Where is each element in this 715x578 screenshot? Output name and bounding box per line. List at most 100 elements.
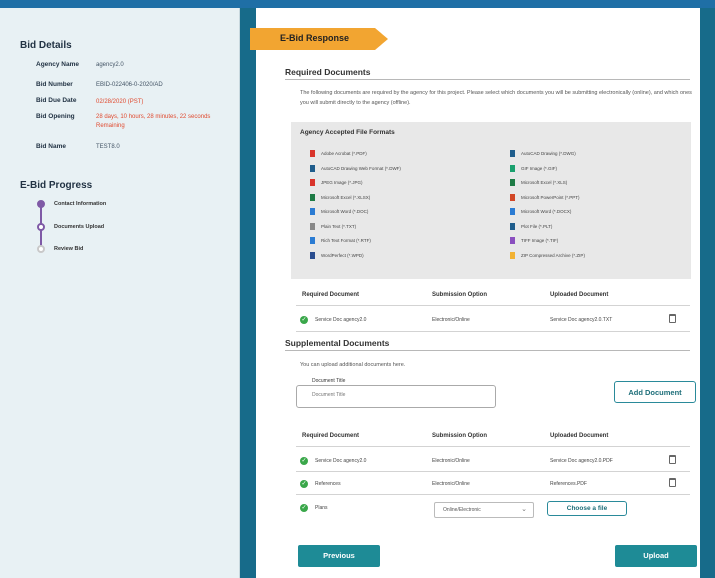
file-format-item: Plain Text (*.TXT) [310,222,357,230]
file-format-item: TIFF Image (*.TIF) [510,237,558,244]
pdf-file-icon [310,150,315,157]
file-format-label: Plot File (*.PLT) [521,223,553,229]
chevron-down-icon: ⌄ [521,506,527,513]
document-title-input[interactable] [312,392,482,398]
file-format-item: Adobe Acrobat (*.PDF) [310,150,367,157]
doc-file-icon [310,208,315,215]
jpg-file-icon [310,179,315,186]
file-format-label: Microsoft Word (*.DOCX) [521,209,572,214]
supplemental-doc-option: Electronic/Online [432,458,470,464]
required-doc-uploaded[interactable]: Service Doc agency2.0.TXT [550,317,612,323]
accepted-formats-title: Agency Accepted File Formats [300,129,395,136]
submission-option-value: Online/Electronic [443,507,481,513]
xlsx-file-icon [310,193,315,201]
required-documents-title: Required Documents [285,67,371,77]
file-format-item: Microsoft PowerPoint (*.PPT) [510,193,580,201]
trash-icon[interactable] [669,314,676,323]
file-format-item: Rich Text Format (*.RTF) [310,237,371,244]
step-review-bid[interactable]: Review Bid [54,246,83,252]
bid-name-label: Bid Name [36,143,66,150]
table-divider [296,471,690,472]
file-format-label: AutoCAD Drawing Web Format (*.DWF) [321,165,401,171]
supplemental-documents-title: Supplemental Documents [285,338,390,348]
trash-icon[interactable] [669,478,676,487]
txt-file-icon [310,222,315,230]
file-format-label: Microsoft PowerPoint (*.PPT) [521,194,580,200]
sidebar-divider [240,8,256,578]
submission-option-select[interactable]: Online/Electronic ⌄ [434,502,534,518]
file-format-item: JPEG Image (*.JPG) [310,179,363,186]
file-format-label: AutoCAD Drawing (*.DWG) [521,151,576,156]
document-title-label: Document Title [310,378,348,384]
step-documents-upload[interactable]: Documents Upload [54,224,104,230]
page-title-banner: E-Bid Response [250,28,388,50]
file-format-label: Microsoft Excel (*.XLS) [521,180,568,185]
upload-button[interactable]: Upload [615,545,697,567]
column-required-document: Required Document [302,292,360,298]
add-document-button[interactable]: Add Document [614,381,696,403]
bid-number-value: EBID-022406-0-2020/AD [96,82,163,88]
table-divider [296,305,690,306]
bid-due-date-label: Bid Due Date [36,97,77,104]
bid-due-date-value: 02/28/2020 (PST) [96,99,144,105]
supplemental-doc-uploaded[interactable]: References.PDF [550,481,587,487]
docx-file-icon [510,208,515,215]
file-format-item: WordPerfect (*.WPD) [310,251,364,259]
file-format-item: ZIP Compressed Archive (*.ZIP) [510,251,585,259]
supplemental-doc-name: References [315,481,341,487]
column-submission-option: Submission Option [432,433,487,439]
step-done-icon [37,200,45,208]
right-frame [700,8,715,578]
check-circle-icon: ✓ [300,504,308,512]
check-circle-icon: ✓ [300,316,308,324]
column-submission-option: Submission Option [432,292,487,298]
file-format-label: Adobe Acrobat (*.PDF) [321,151,367,156]
file-format-label: JPEG Image (*.JPG) [321,180,363,185]
agency-name-value: agency2.0 [96,62,124,68]
table-divider [296,446,690,447]
file-format-item: Microsoft Word (*.DOCX) [510,208,571,215]
top-bar [0,0,715,8]
gif-file-icon [510,164,515,172]
table-divider [296,331,690,332]
bid-details-title: Bid Details [20,40,72,51]
check-circle-icon: ✓ [300,457,308,465]
choose-file-button[interactable]: Choose a file [547,501,627,516]
section-divider [285,350,690,351]
ppt-file-icon [510,193,515,201]
check-circle-icon: ✓ [300,480,308,488]
table-divider [296,494,690,495]
bid-opening-label: Bid Opening [36,113,75,120]
dwf-file-icon [310,164,315,172]
required-doc-name: Service Doc agency2.0 [315,317,367,323]
required-documents-intro: The following documents are required by … [300,90,692,106]
file-format-label: Plain Text (*.TXT) [321,223,357,229]
file-format-label: WordPerfect (*.WPD) [321,252,364,258]
plt-file-icon [510,222,515,230]
file-format-item: GIF Image (*.GIF) [510,164,557,172]
previous-button[interactable]: Previous [298,545,380,567]
step-contact-information[interactable]: Contact Information [54,201,106,207]
trash-icon[interactable] [669,455,676,464]
bid-opening-value: 28 days, 10 hours, 28 minutes, 22 second… [96,114,211,129]
rtf-file-icon [310,237,315,244]
column-required-document: Required Document [302,433,360,439]
column-uploaded-document: Uploaded Document [550,292,609,298]
file-format-item: AutoCAD Drawing (*.DWG) [510,150,576,157]
file-format-label: TIFF Image (*.TIF) [521,238,559,243]
file-format-label: Microsoft Excel (*.XLSX) [321,194,371,200]
sidebar [0,8,240,578]
section-divider [285,79,690,80]
file-format-item: Plot File (*.PLT) [510,222,553,230]
file-format-label: Microsoft Word (*.DOC) [321,209,369,214]
supplemental-doc-uploaded[interactable]: Service Doc agency2.0.PDF [550,458,613,464]
supplemental-intro: You can upload additional documents here… [300,362,406,368]
file-format-item: Microsoft Excel (*.XLSX) [310,193,371,201]
file-format-label: ZIP Compressed Archive (*.ZIP) [521,252,585,258]
agency-name-label: Agency Name [36,61,79,68]
supplemental-doc-name: Service Doc agency2.0 [315,458,367,464]
required-doc-option: Electronic/Online [432,317,470,323]
bid-name-value: TEST8.0 [96,144,120,150]
file-format-item: Microsoft Word (*.DOC) [310,208,368,215]
dwg-file-icon [510,150,515,157]
